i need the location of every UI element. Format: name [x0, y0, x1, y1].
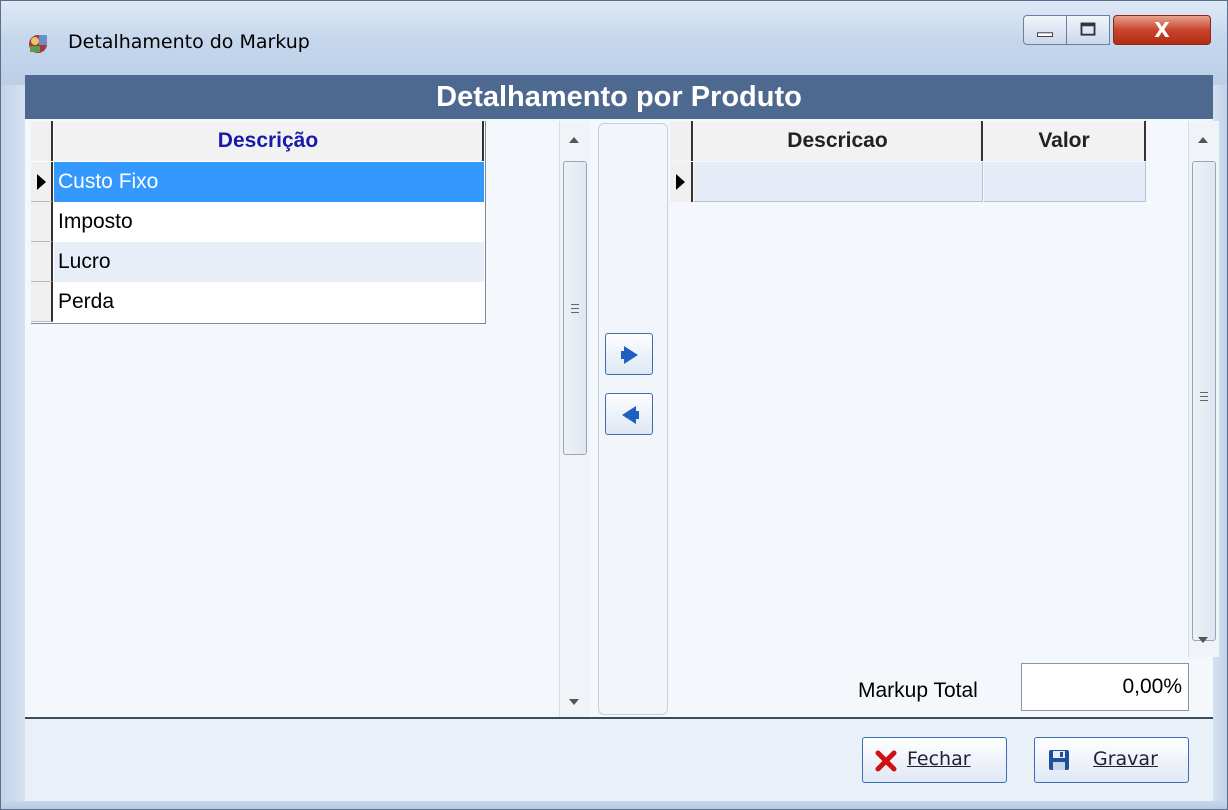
right-grid-header-descricao[interactable]: Descricao [694, 121, 983, 161]
row-indicator[interactable] [670, 162, 693, 202]
fechar-button[interactable]: Fechar [862, 737, 1007, 783]
current-row-icon [676, 174, 685, 190]
close-x-icon: X [1154, 18, 1170, 42]
list-item-perda[interactable]: Perda [54, 282, 484, 322]
close-window-button[interactable]: X [1113, 15, 1211, 45]
app-icon [25, 31, 51, 55]
floppy-disk-icon [1049, 750, 1069, 770]
close-x-icon [875, 750, 897, 772]
left-grid-scrollbar[interactable] [559, 121, 590, 717]
gravar-button[interactable]: Gravar [1034, 737, 1189, 783]
row-indicator[interactable] [31, 242, 53, 282]
title-bar[interactable]: Detalhamento do Markup X [1, 1, 1227, 85]
left-grid-corner [31, 121, 53, 161]
maximize-button[interactable] [1066, 15, 1110, 45]
current-row-icon [37, 174, 46, 190]
row-indicator[interactable] [31, 162, 53, 202]
window-border-left [1, 85, 25, 801]
row-indicator[interactable] [31, 282, 53, 322]
scroll-thumb[interactable] [563, 161, 587, 455]
scroll-up-icon[interactable] [569, 137, 579, 143]
scroll-down-icon[interactable] [1198, 637, 1208, 643]
markup-total-field[interactable]: 0,00% [1021, 663, 1189, 711]
scroll-up-icon[interactable] [1198, 137, 1208, 143]
gravar-button-label: Gravar [1093, 748, 1158, 770]
right-grid-scrollbar[interactable] [1188, 121, 1219, 657]
arrow-right-icon [621, 346, 638, 364]
right-grid-corner [670, 121, 693, 161]
window-border-bottom [1, 801, 1227, 809]
section-header: Detalhamento por Produto [25, 75, 1213, 119]
right-grid-header-valor[interactable]: Valor [984, 121, 1146, 161]
move-left-button[interactable] [605, 393, 653, 435]
table-cell-valor[interactable] [984, 162, 1146, 202]
window-title: Detalhamento do Markup [68, 31, 310, 53]
markup-detail-window: Detalhamento do Markup X Detalhamento po… [0, 0, 1228, 810]
fechar-button-label: Fechar [907, 748, 971, 770]
arrow-left-icon [622, 406, 639, 424]
minimize-button[interactable] [1023, 15, 1067, 45]
left-grid-header-descricao[interactable]: Descrição [54, 121, 484, 161]
table-cell-descricao[interactable] [694, 162, 983, 202]
scroll-down-icon[interactable] [569, 699, 579, 705]
markup-total-label: Markup Total [858, 679, 978, 702]
move-right-button[interactable] [605, 333, 653, 375]
list-item-imposto[interactable]: Imposto [54, 202, 484, 242]
list-item-custo-fixo[interactable]: Custo Fixo [54, 162, 484, 202]
scroll-thumb[interactable] [1192, 161, 1216, 641]
list-item-lucro[interactable]: Lucro [54, 242, 484, 282]
row-indicator[interactable] [31, 202, 53, 242]
